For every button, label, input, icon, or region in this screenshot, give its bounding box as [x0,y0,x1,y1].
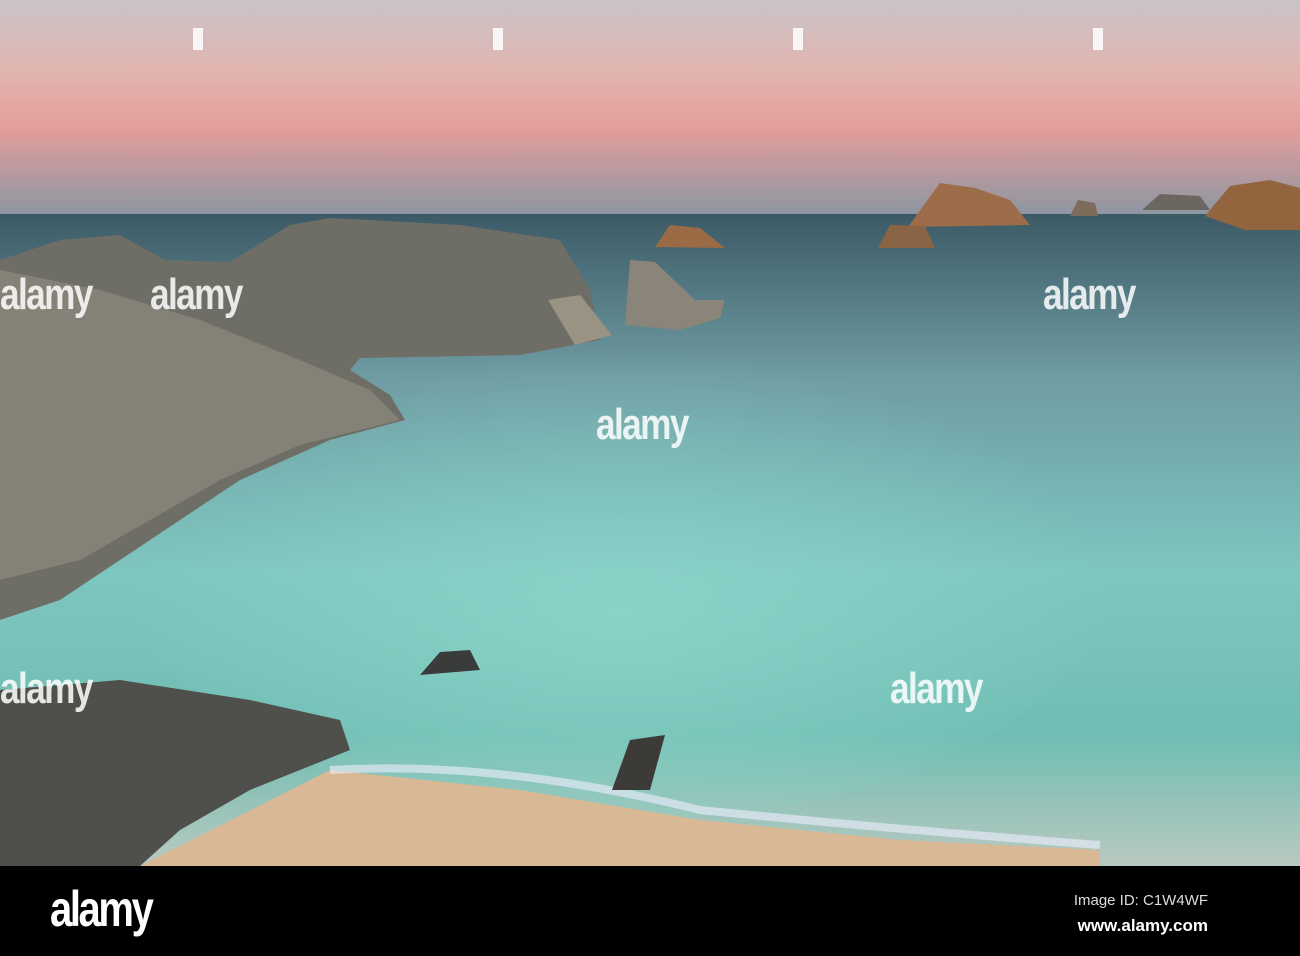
watermark: alamy [0,270,93,319]
watermark: alamy [150,270,243,319]
site-url[interactable]: www.alamy.com [1078,916,1208,936]
watermark-mark [793,28,803,50]
watermark: alamy [596,400,689,449]
watermark-mark [1093,28,1103,50]
image-id: Image ID: C1W4WF [1073,892,1208,909]
footer-bar: alamy Image ID: C1W4WF www.alamy.com [0,866,1300,956]
alamy-logo: alamy [50,881,154,937]
watermark: alamy [1043,270,1136,319]
watermark: alamy [0,664,93,713]
watermark: alamy [890,664,983,713]
watermark-mark [193,28,203,50]
watermark-mark [493,28,503,50]
